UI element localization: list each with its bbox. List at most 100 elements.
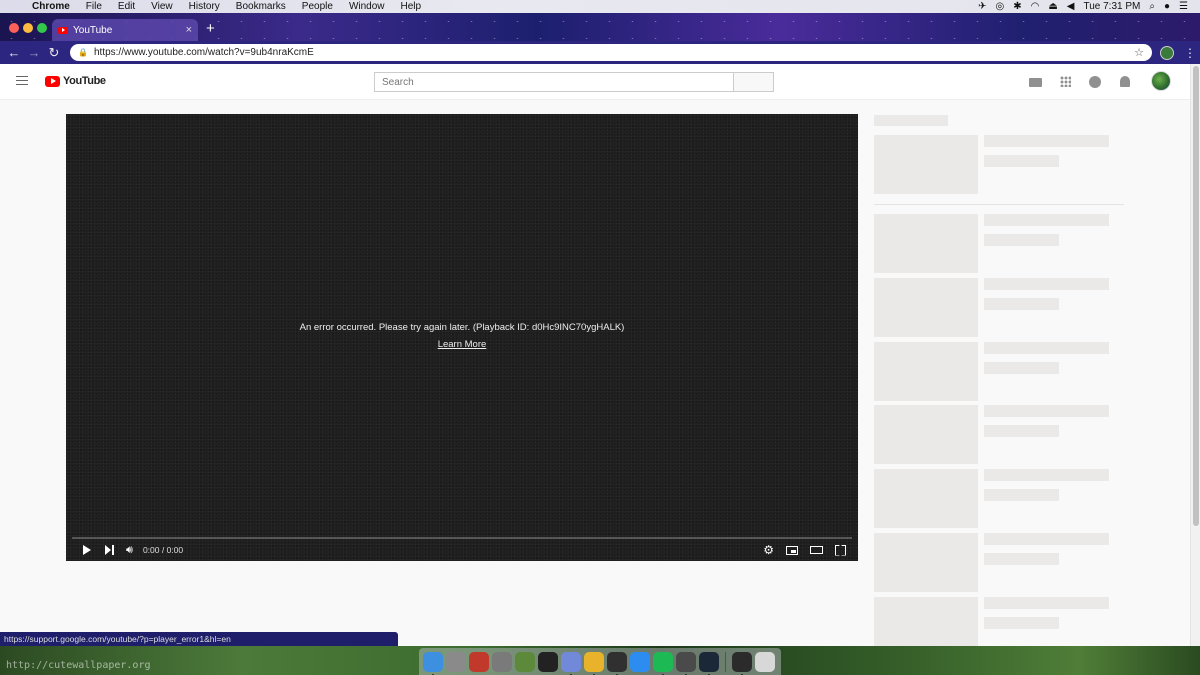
spotlight-icon[interactable]: ⌕ (1149, 1, 1155, 12)
skeleton-meta-line (984, 155, 1059, 167)
bookmark-star-icon[interactable]: ☆ (1134, 46, 1144, 59)
messages-icon[interactable] (1089, 76, 1101, 88)
theater-mode-icon[interactable] (810, 546, 823, 554)
scrollbar-thumb[interactable] (1193, 66, 1199, 526)
notification-center-icon[interactable]: ☰ (1179, 1, 1188, 12)
volume-icon[interactable]: ◀ (1067, 1, 1075, 12)
app-store-icon[interactable] (630, 651, 650, 672)
fullscreen-icon[interactable] (835, 545, 846, 556)
menu-view[interactable]: View (143, 1, 181, 12)
video-progress-bar[interactable] (72, 537, 852, 539)
play-icon[interactable] (83, 545, 91, 555)
link-status-bubble: https://support.google.com/youtube/?p=pl… (0, 632, 398, 646)
address-bar-url[interactable]: https://www.youtube.com/watch?v=9ub4nraK… (94, 47, 1134, 58)
menu-file[interactable]: File (78, 1, 110, 12)
search-input[interactable] (374, 72, 734, 92)
skeleton-title-line (984, 533, 1109, 545)
skeleton-meta-line (984, 617, 1059, 629)
player-controls: 🔊︎ 0:00 / 0:00 ⚙ (66, 542, 858, 558)
skeleton-meta-line (984, 362, 1059, 374)
menubar-status-area: ✈ ◎ ✱ ◠ ⏏ ◀ Tue 7:31 PM ⌕ ● ☰ (978, 1, 1200, 12)
window-minimize-button[interactable] (23, 23, 33, 33)
bluetooth-icon[interactable]: ✱ (1013, 1, 1021, 12)
skeleton-thumbnail (874, 405, 978, 464)
trash-icon[interactable] (755, 651, 775, 672)
miniplayer-icon[interactable] (786, 545, 798, 555)
skeleton-title-line (984, 135, 1109, 147)
skeleton-title-line (984, 278, 1109, 290)
eject-icon[interactable]: ⏏ (1048, 1, 1057, 12)
siri-icon[interactable]: ● (1164, 1, 1170, 12)
settings-gear-icon[interactable]: ⚙ (763, 543, 774, 557)
status-extra-icon[interactable]: ✈ (978, 1, 986, 12)
photo-booth-icon[interactable] (469, 651, 489, 672)
chrome-menu-icon[interactable]: ⋮ (1184, 46, 1196, 60)
create-video-icon[interactable] (1029, 78, 1042, 87)
skeleton-thumbnail (874, 278, 978, 337)
chrome-icon[interactable] (584, 651, 604, 675)
menu-bookmarks[interactable]: Bookmarks (228, 1, 294, 12)
discord-icon[interactable] (561, 651, 581, 675)
terminal-icon[interactable] (538, 651, 558, 672)
address-bar[interactable]: 🔒 https://www.youtube.com/watch?v=9ub4nr… (70, 44, 1152, 61)
finder-icon[interactable] (423, 651, 443, 675)
sidebar-skeleton-row (874, 597, 1110, 646)
learn-more-link[interactable]: Learn More (66, 339, 858, 350)
skeleton-meta-line (984, 234, 1059, 246)
spotify-icon[interactable] (653, 651, 673, 675)
skeleton-thumbnail (874, 533, 978, 592)
sidebar-skeleton-header (874, 115, 948, 126)
skeleton-thumbnail (874, 597, 978, 646)
guide-menu-icon[interactable] (16, 76, 28, 85)
new-tab-icon[interactable]: + (206, 21, 215, 37)
steam-like-icon[interactable] (676, 651, 696, 675)
menu-help[interactable]: Help (393, 1, 430, 12)
sidebar-skeleton-row (874, 214, 1110, 274)
video-player[interactable]: An error occurred. Please try again late… (66, 114, 858, 561)
window-close-button[interactable] (9, 23, 19, 33)
lock-icon[interactable]: 🔒 (78, 48, 88, 57)
launchpad-icon[interactable] (492, 651, 512, 672)
youtube-favicon-icon (58, 26, 68, 34)
menu-people[interactable]: People (294, 1, 341, 12)
account-avatar[interactable] (1151, 71, 1171, 91)
menu-history[interactable]: History (181, 1, 228, 12)
youtube-masthead: YouTube (0, 64, 1190, 100)
system-preferences-icon[interactable] (446, 651, 466, 672)
next-video-icon[interactable] (105, 545, 115, 555)
apps-grid-icon[interactable] (1060, 76, 1071, 87)
notifications-bell-icon[interactable] (1120, 76, 1130, 87)
menu-app-name[interactable]: Chrome (24, 1, 78, 12)
obs-icon[interactable] (607, 651, 627, 675)
page-scrollbar[interactable] (1190, 64, 1200, 646)
wifi-icon[interactable]: ◠ (1031, 1, 1040, 12)
vpn-icon[interactable]: ◎ (995, 1, 1004, 12)
back-arrow-icon[interactable]: ← (4, 45, 24, 60)
sidebar-skeleton-row (874, 342, 1110, 402)
skeleton-title-line (984, 469, 1109, 481)
skeleton-title-line (984, 214, 1109, 226)
menu-edit[interactable]: Edit (110, 1, 143, 12)
minecraft-icon[interactable] (515, 651, 535, 672)
skeleton-title-line (984, 597, 1109, 609)
window-zoom-button[interactable] (37, 23, 47, 33)
youtube-logo-text: YouTube (63, 75, 106, 87)
tab-youtube[interactable]: YouTube × (52, 19, 198, 41)
sidebar-skeleton-row (874, 278, 1110, 338)
youtube-logo[interactable]: YouTube (45, 75, 106, 87)
search-button[interactable] (734, 72, 774, 92)
volume-icon[interactable]: 🔊︎ (126, 544, 133, 557)
sidebar-divider (874, 204, 1124, 205)
profile-avatar-icon[interactable] (1160, 45, 1174, 60)
sidebar-skeleton-row (874, 533, 1110, 593)
browser-tab-strip: YouTube × + (0, 13, 1200, 41)
reload-icon[interactable]: ↻ (44, 45, 64, 61)
steam-icon[interactable] (699, 651, 719, 675)
activity-monitor-icon[interactable] (732, 651, 752, 675)
tab-close-icon[interactable]: × (186, 24, 192, 36)
sidebar-skeleton-row (874, 135, 1110, 195)
menu-window[interactable]: Window (341, 1, 393, 12)
menubar-clock[interactable]: Tue 7:31 PM (1083, 1, 1140, 12)
forward-arrow-icon[interactable]: → (24, 45, 44, 60)
browser-toolbar: ← → ↻ 🔒 https://www.youtube.com/watch?v=… (0, 41, 1200, 64)
